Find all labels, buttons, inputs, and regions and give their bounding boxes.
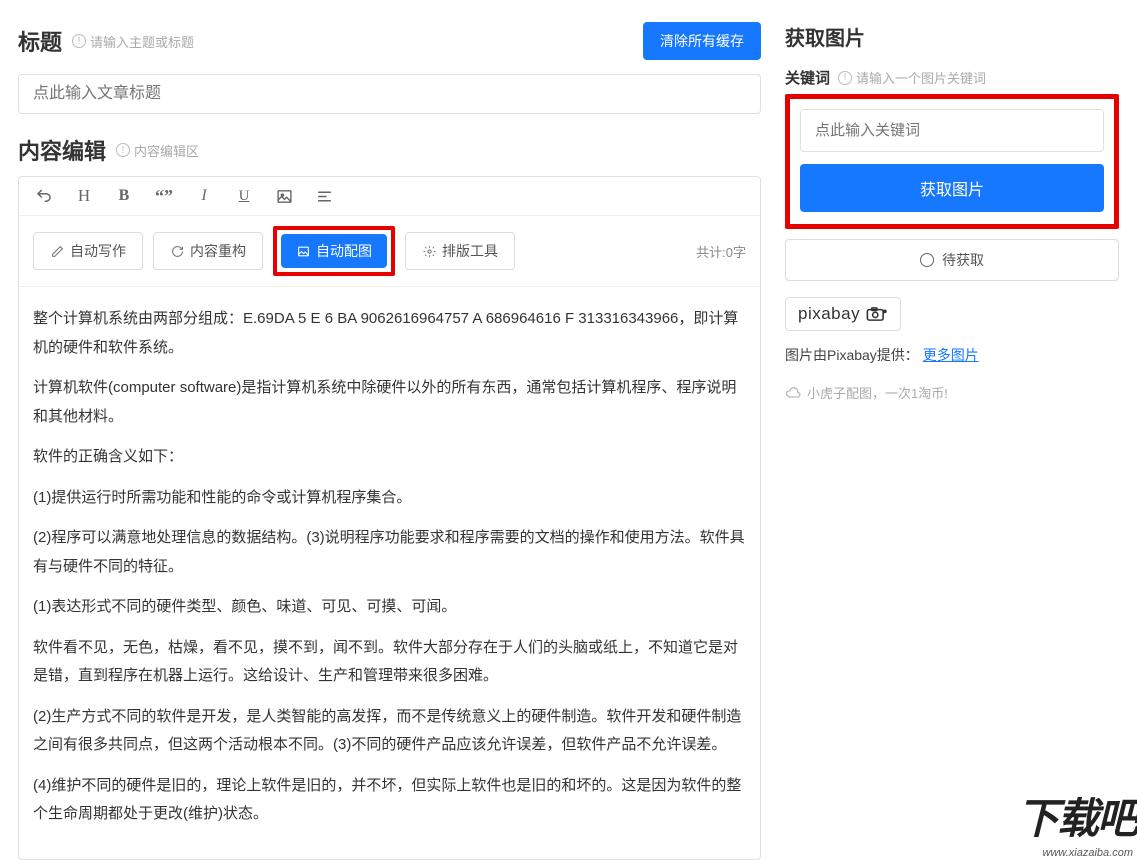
restructure-button[interactable]: 内容重构 [153,232,263,270]
attribution-prefix: 图片由Pixabay提供： [785,347,919,363]
get-image-title: 获取图片 [785,22,1119,51]
heading-icon[interactable]: H [73,185,95,207]
auto-write-button[interactable]: 自动写作 [33,232,143,270]
clear-cache-label: 清除所有缓存 [660,31,744,51]
more-images-link[interactable]: 更多图片 [923,347,979,363]
refresh-icon [170,244,184,258]
auto-image-button[interactable]: 自动配图 [281,234,387,268]
pixabay-badge: pixabay [785,297,901,331]
layout-tool-button[interactable]: 排版工具 [405,232,515,270]
content-label: 内容编辑 ! 内容编辑区 [18,134,199,166]
keyword-highlight-block: 获取图片 [785,94,1119,229]
keyword-input[interactable] [800,109,1104,152]
content-hint: ! 内容编辑区 [116,141,199,160]
editor-paragraph: (1)表达形式不同的硬件类型、颜色、味道、可见、可摸、可闻。 [33,593,746,622]
word-count: 共计:0字 [696,242,746,261]
title-label: 标题 ! 请输入主题或标题 [18,25,194,57]
layout-tool-label: 排版工具 [442,241,498,261]
keyword-hint-text: 请输入一个图片关键词 [856,68,986,87]
footer-note-text: 小虎子配图，一次1淘币! [807,383,948,402]
align-left-icon[interactable] [313,185,335,207]
camera-icon [866,307,888,321]
editor-paragraph: (4)维护不同的硬件是旧的，理论上软件是旧的，并不坏，但实际上软件也是旧的和坏的… [33,772,746,829]
pencil-icon [50,244,64,258]
restructure-label: 内容重构 [190,241,246,261]
editor-content[interactable]: 整个计算机系统由两部分组成：E.69DA 5 E 6 BA 9062616964… [19,287,760,859]
article-title-input[interactable] [18,74,761,114]
footer-note: 小虎子配图，一次1淘币! [785,383,1119,402]
content-label-text: 内容编辑 [18,134,106,166]
layout-icon [422,244,436,258]
info-icon: ! [116,143,130,157]
editor-paragraph: (2)生产方式不同的软件是开发，是人类智能的高发挥，而不是传统意义上的硬件制造。… [33,703,746,760]
attribution-text: 图片由Pixabay提供： 更多图片 [785,345,1119,365]
title-hint-text: 请输入主题或标题 [90,32,194,51]
pending-label: 待获取 [942,250,984,270]
quote-icon[interactable]: “” [153,185,175,207]
editor-paragraph: 软件的正确含义如下： [33,443,746,472]
underline-icon[interactable]: U [233,185,255,207]
keyword-hint: ! 请输入一个图片关键词 [838,68,986,87]
auto-image-highlight: 自动配图 [273,226,395,276]
keyword-label: 关键词 ! 请输入一个图片关键词 [785,67,1119,88]
format-toolbar: H B “” I U [19,177,760,216]
undo-icon[interactable] [33,185,55,207]
title-label-text: 标题 [18,25,62,57]
circle-icon [920,253,934,267]
image-icon[interactable] [273,185,295,207]
editor-paragraph: (2)程序可以满意地处理信息的数据结构。(3)说明程序功能要求和程序需要的文档的… [33,524,746,581]
get-image-button[interactable]: 获取图片 [800,164,1104,212]
get-image-btn-label: 获取图片 [920,182,984,199]
pixabay-label: pixabay [798,304,860,324]
editor-paragraph: 计算机软件(computer software)是指计算机系统中除硬件以外的所有… [33,374,746,431]
bold-icon[interactable]: B [113,185,135,207]
info-icon: ! [838,71,852,85]
auto-write-label: 自动写作 [70,241,126,261]
action-toolbar: 自动写作 内容重构 自动配图 [19,216,760,287]
picture-icon [296,244,310,258]
editor-paragraph: 整个计算机系统由两部分组成：E.69DA 5 E 6 BA 9062616964… [33,305,746,362]
auto-image-label: 自动配图 [316,241,372,261]
clear-cache-button[interactable]: 清除所有缓存 [643,22,761,60]
editor-box: H B “” I U 自动写作 [18,176,761,860]
editor-paragraph: (1)提供运行时所需功能和性能的命令或计算机程序集合。 [33,484,746,513]
info-icon: ! [72,34,86,48]
keyword-label-text: 关键词 [785,67,830,88]
cloud-icon [785,387,801,399]
title-header: 标题 ! 请输入主题或标题 清除所有缓存 [18,22,761,60]
italic-icon[interactable]: I [193,185,215,207]
content-header: 内容编辑 ! 内容编辑区 [18,134,761,166]
pending-button[interactable]: 待获取 [785,239,1119,281]
content-hint-text: 内容编辑区 [134,141,199,160]
editor-paragraph: 软件看不见，无色，枯燥，看不见，摸不到，闻不到。软件大部分存在于人们的头脑或纸上… [33,634,746,691]
title-hint: ! 请输入主题或标题 [72,32,194,51]
